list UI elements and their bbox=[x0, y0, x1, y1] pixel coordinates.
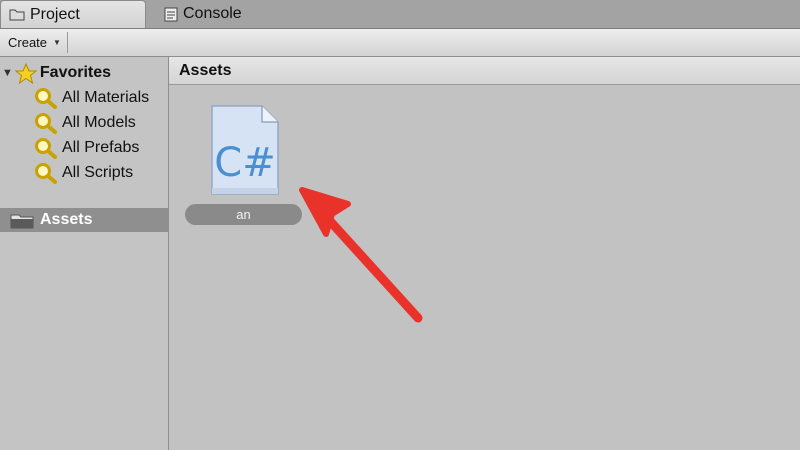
favorite-label: All Prefabs bbox=[62, 138, 140, 156]
favorite-label: All Scripts bbox=[62, 163, 134, 181]
sidebar-item-assets[interactable]: Assets bbox=[0, 208, 168, 232]
tab-bar: Project Console bbox=[0, 0, 800, 29]
sidebar-item-assets-label: Assets bbox=[40, 211, 93, 228]
tab-project[interactable]: Project bbox=[0, 0, 146, 28]
project-toolbar: Create ▼ bbox=[0, 29, 800, 57]
file-name-label[interactable]: an bbox=[185, 204, 302, 225]
dropdown-caret-icon: ▼ bbox=[53, 38, 61, 47]
folder-icon bbox=[10, 214, 34, 228]
tab-console-label: Console bbox=[183, 5, 242, 22]
favorite-all-materials[interactable]: All Materials bbox=[34, 85, 149, 110]
favorites-header[interactable]: ▼ Favorites bbox=[0, 61, 111, 85]
folder-icon bbox=[9, 9, 25, 21]
red-arrow-annotation bbox=[299, 187, 423, 323]
file-type-text: C# bbox=[214, 140, 275, 186]
favorite-all-prefabs[interactable]: All Prefabs bbox=[34, 135, 139, 160]
breadcrumb: Assets bbox=[169, 57, 800, 85]
breadcrumb-assets[interactable]: Assets bbox=[179, 62, 231, 80]
create-button[interactable]: Create ▼ bbox=[2, 32, 68, 53]
search-icon bbox=[35, 112, 57, 134]
search-icon bbox=[35, 162, 57, 184]
create-button-label: Create bbox=[8, 35, 48, 50]
star-icon bbox=[14, 62, 37, 84]
favorite-all-scripts[interactable]: All Scripts bbox=[34, 160, 133, 185]
search-icon bbox=[35, 87, 57, 109]
favorite-label: All Materials bbox=[62, 88, 150, 106]
project-sidebar: ▼ Favorites All Materials All Models All… bbox=[0, 57, 169, 450]
csharp-script-icon[interactable]: C# bbox=[210, 104, 280, 196]
expand-triangle-icon[interactable]: ▼ bbox=[2, 67, 13, 79]
search-icon bbox=[35, 137, 57, 159]
file-name: an bbox=[236, 207, 251, 222]
favorite-all-models[interactable]: All Models bbox=[34, 110, 136, 135]
favorite-label: All Models bbox=[62, 113, 136, 131]
tab-project-label: Project bbox=[30, 5, 80, 23]
console-icon bbox=[164, 7, 178, 21]
favorites-label: Favorites bbox=[39, 64, 112, 81]
tab-console[interactable]: Console bbox=[156, 0, 276, 28]
